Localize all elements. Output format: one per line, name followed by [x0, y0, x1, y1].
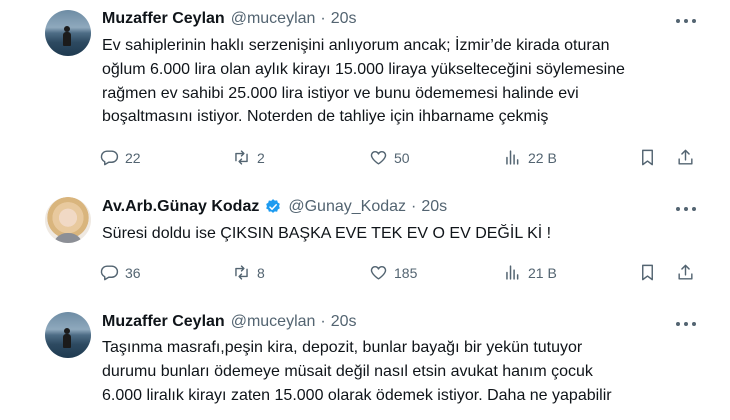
tweet-text-line: boşaltmasını istiyor. Noterden de tahliy…	[102, 108, 549, 126]
like-button[interactable]: 185	[369, 263, 417, 282]
reply-count: 36	[125, 264, 141, 281]
reply-count: 22	[125, 149, 141, 166]
like-count: 50	[394, 149, 410, 166]
like-count: 185	[394, 264, 418, 281]
timestamp[interactable]: 20s	[421, 198, 447, 216]
tweet-text-line: Ev sahiplerinin haklı serzenişini anlıyo…	[102, 37, 610, 54]
timestamp[interactable]: 20s	[331, 313, 357, 331]
share-icon	[678, 149, 693, 165]
tweet-text-line: Taşınma masrafı,peşin kira, depozit, bun…	[102, 339, 583, 356]
repost-button[interactable]: 8	[232, 263, 265, 282]
avatar[interactable]	[45, 312, 91, 358]
tweet-text-line: rağmen ev sahibi 25.000 lira istiyor ve …	[102, 84, 579, 102]
reply-icon	[100, 265, 119, 281]
like-button[interactable]: 50	[369, 148, 410, 167]
like-icon	[370, 150, 387, 165]
repost-icon	[235, 150, 248, 165]
tweet-header: Muzaffer Ceylan @muceylan · 20s	[102, 10, 357, 28]
tweet-text: Süresi doldu ise ÇIKSIN BAŞKA EVE TEK EV…	[102, 222, 702, 246]
share-button[interactable]	[676, 263, 695, 282]
verified-badge-icon	[266, 199, 281, 213]
tweet-text: Ev sahiplerinin haklı serzenişini anlıyo…	[102, 34, 702, 129]
avatar[interactable]	[45, 197, 91, 243]
tweet-header: Muzaffer Ceylan @muceylan · 20s	[102, 313, 357, 331]
tweet[interactable]: Av.Arb.Günay Kodaz @Gunay_Kodaz · 20s Sü…	[0, 190, 730, 300]
bookmark-button[interactable]	[638, 148, 657, 167]
tweet-text-line: oğlum 6.000 lira olan aylık kirayı 15.00…	[102, 60, 625, 78]
tweet-text-line: durumu bunları ödemeye müsait değil nası…	[102, 362, 593, 380]
avatar[interactable]	[45, 10, 91, 56]
avatar-figure	[63, 328, 71, 348]
tweet[interactable]: Muzaffer Ceylan @muceylan · 20s Ev sahip…	[0, 0, 730, 190]
repost-count: 2	[257, 149, 265, 166]
separator-dot: ·	[320, 10, 326, 27]
tweet-header: Av.Arb.Günay Kodaz @Gunay_Kodaz · 20s	[102, 198, 447, 216]
like-icon	[370, 265, 387, 280]
views-icon	[506, 150, 519, 165]
bookmark-icon	[642, 264, 653, 281]
reply-button[interactable]: 22	[100, 148, 141, 167]
user-handle[interactable]: @muceylan	[231, 313, 316, 331]
views-count: 21 B	[528, 264, 557, 281]
share-icon	[678, 264, 693, 280]
tweet-text: Taşınma masrafı,peşin kira, depozit, bun…	[102, 336, 702, 407]
repost-count: 8	[257, 264, 265, 281]
action-bar: 36 8 185 21 B	[100, 263, 700, 283]
reply-button[interactable]: 36	[100, 263, 141, 282]
bookmark-icon	[642, 149, 653, 166]
more-icon[interactable]	[676, 320, 696, 328]
more-icon[interactable]	[676, 205, 696, 213]
separator-dot: ·	[411, 198, 417, 215]
more-icon[interactable]	[676, 17, 696, 25]
tweet-text-line: 6.000 liralık kirayı zaten 15.000 olarak…	[102, 386, 612, 404]
tweet[interactable]: Muzaffer Ceylan @muceylan · 20s Taşınma …	[0, 300, 730, 420]
views-count: 22 B	[528, 149, 557, 166]
user-handle[interactable]: @muceylan	[231, 10, 316, 28]
repost-button[interactable]: 2	[232, 148, 265, 167]
reply-icon	[100, 150, 119, 166]
views-icon	[506, 265, 519, 280]
repost-icon	[235, 265, 248, 280]
user-handle[interactable]: @Gunay_Kodaz	[288, 198, 406, 216]
display-name[interactable]: Av.Arb.Günay Kodaz	[102, 198, 259, 216]
share-button[interactable]	[676, 148, 695, 167]
tweet-text-line: Süresi doldu ise ÇIKSIN BAŞKA EVE TEK EV…	[102, 225, 552, 242]
display-name[interactable]: Muzaffer Ceylan	[102, 313, 225, 331]
action-bar: 22 2 50 22 B	[100, 148, 700, 168]
display-name[interactable]: Muzaffer Ceylan	[102, 10, 225, 28]
views-button[interactable]: 21 B	[503, 263, 557, 282]
views-button[interactable]: 22 B	[503, 148, 557, 167]
avatar-shirt	[53, 233, 83, 243]
separator-dot: ·	[320, 313, 326, 330]
bookmark-button[interactable]	[638, 263, 657, 282]
avatar-figure	[63, 26, 71, 46]
timestamp[interactable]: 20s	[331, 10, 357, 28]
